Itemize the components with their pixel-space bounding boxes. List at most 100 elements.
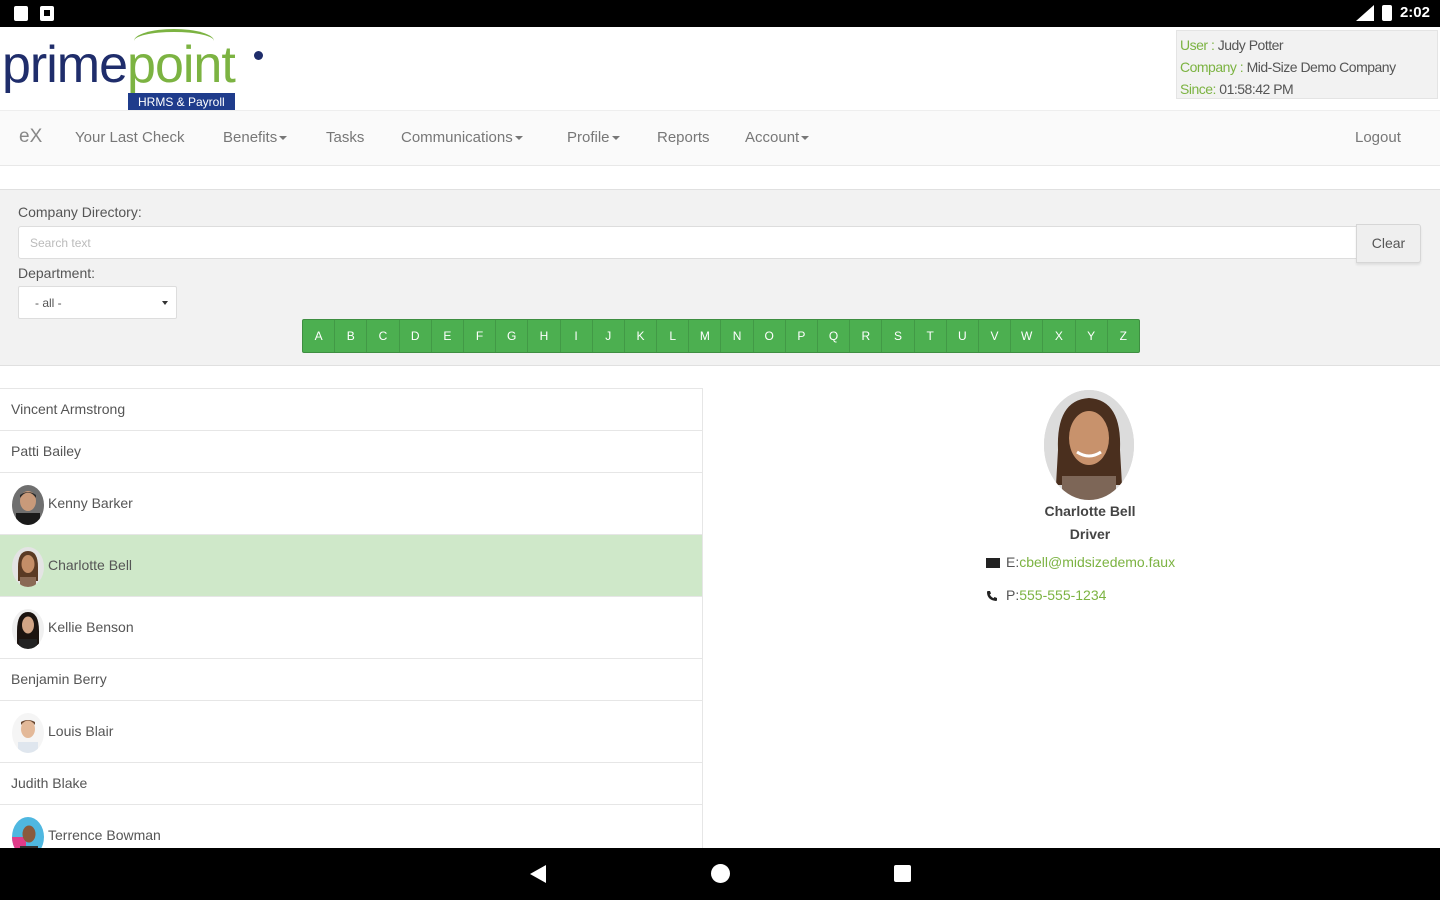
dropdown-arrow-icon — [162, 301, 168, 305]
sd-card-icon — [14, 6, 28, 21]
employee-name: Patti Bailey — [11, 443, 82, 459]
clear-button[interactable]: Clear — [1356, 224, 1421, 263]
company-directory-label: Company Directory: — [18, 204, 142, 220]
search-input[interactable] — [18, 226, 1358, 259]
nav-item-account[interactable]: Account — [745, 129, 810, 146]
employee-detail-card: Charlotte Bell Driver E:cbell@midsizedem… — [960, 388, 1220, 618]
since-key: Since: — [1180, 81, 1216, 97]
email-link[interactable]: cbell@midsizedemo.faux — [1019, 554, 1175, 570]
nav-item-benefits[interactable]: Benefits — [223, 129, 288, 146]
nav-item-reports[interactable]: Reports — [657, 129, 710, 146]
letter-button-x[interactable]: X — [1043, 320, 1076, 352]
avatar — [12, 817, 44, 848]
signal-icon — [1355, 4, 1374, 21]
letter-button-t[interactable]: T — [915, 320, 947, 352]
detail-name: Charlotte Bell — [1044, 503, 1136, 519]
system-nav-bar — [0, 848, 1440, 900]
employee-name: Kellie Benson — [48, 619, 134, 635]
letter-button-z[interactable]: Z — [1108, 320, 1139, 352]
detail-email-line: E:cbell@midsizedemo.faux — [986, 554, 1175, 570]
letter-button-f[interactable]: F — [464, 320, 497, 352]
caret-down-icon — [611, 136, 620, 141]
battery-icon — [1381, 4, 1392, 21]
letter-button-i[interactable]: I — [561, 320, 593, 352]
letter-button-m[interactable]: M — [689, 320, 722, 352]
department-select[interactable]: - all - — [18, 286, 177, 319]
logo-tagline: HRMS & Payroll — [128, 93, 235, 111]
envelope-icon — [986, 558, 1000, 569]
letter-button-d[interactable]: D — [400, 320, 432, 352]
avatar — [12, 547, 44, 587]
list-item[interactable]: Benjamin Berry — [0, 659, 702, 701]
detail-phone-line: P:555-555-1234 — [986, 587, 1106, 603]
notification-icon — [40, 6, 54, 21]
user-value: Judy Potter — [1214, 37, 1284, 53]
nav-item-your-last-check[interactable]: Your Last Check — [75, 129, 185, 146]
detail-job-title: Driver — [1069, 526, 1111, 542]
list-item[interactable]: Kellie Benson — [0, 597, 702, 659]
letter-button-l[interactable]: L — [657, 320, 690, 352]
employee-name: Louis Blair — [48, 723, 114, 739]
list-item[interactable]: Vincent Armstrong — [0, 389, 702, 431]
primepoint-logo[interactable]: primepoint HRMS & Payroll — [2, 29, 272, 115]
list-item[interactable]: Judith Blake — [0, 763, 702, 805]
phone-icon — [987, 591, 997, 602]
employee-name: Benjamin Berry — [11, 671, 107, 687]
company-value: Mid-Size Demo Company — [1243, 59, 1397, 75]
nav-item-profile[interactable]: Profile — [567, 129, 620, 146]
nav-item-communications[interactable]: Communications — [401, 129, 523, 146]
clock: 2:02 — [1399, 4, 1430, 21]
phone-link[interactable]: 555-555-1234 — [1019, 587, 1106, 603]
employee-name: Kenny Barker — [48, 495, 133, 511]
caret-down-icon — [514, 136, 523, 141]
department-label: Department: — [18, 265, 96, 281]
avatar — [12, 713, 44, 753]
letter-button-b[interactable]: B — [335, 320, 368, 352]
header: primepoint HRMS & Payroll User : Judy Po… — [0, 27, 1440, 111]
logout-link[interactable]: Logout — [1355, 129, 1401, 146]
letter-button-v[interactable]: V — [979, 320, 1012, 352]
letter-button-h[interactable]: H — [528, 320, 561, 352]
department-selected-value: - all - — [35, 296, 62, 310]
status-bar: 2:02 — [0, 0, 1440, 27]
recent-apps-icon[interactable] — [894, 865, 911, 882]
profile-photo — [1044, 390, 1134, 500]
letter-button-e[interactable]: E — [432, 320, 464, 352]
phone-prefix: P: — [1006, 587, 1020, 603]
letter-button-p[interactable]: P — [786, 320, 818, 352]
alphabet-filter: ABCDEFGHIJKLMNOPQRSTUVWXYZ — [302, 319, 1140, 353]
letter-button-q[interactable]: Q — [818, 320, 851, 352]
letter-button-o[interactable]: O — [754, 320, 786, 352]
employee-name: Judith Blake — [11, 775, 88, 791]
letter-button-k[interactable]: K — [625, 320, 658, 352]
list-item[interactable]: Patti Bailey — [0, 431, 702, 473]
letter-button-w[interactable]: W — [1011, 320, 1044, 352]
employee-name: Charlotte Bell — [48, 557, 133, 573]
home-icon[interactable] — [711, 864, 730, 883]
nav-brand[interactable]: eX — [19, 126, 42, 148]
registered-mark-icon — [254, 51, 263, 60]
logo-wordmark: primepoint — [2, 36, 236, 94]
employee-list: Vincent Armstrong Patti Bailey Kenny Bar… — [0, 388, 703, 848]
letter-button-y[interactable]: Y — [1076, 320, 1108, 352]
list-item-selected[interactable]: Charlotte Bell — [0, 535, 702, 597]
list-item[interactable]: Terrence Bowman — [0, 805, 702, 848]
letter-button-r[interactable]: R — [850, 320, 883, 352]
employee-name: Terrence Bowman — [48, 827, 161, 843]
letter-button-s[interactable]: S — [882, 320, 915, 352]
avatar — [12, 609, 44, 649]
letter-button-g[interactable]: G — [496, 320, 529, 352]
list-item[interactable]: Louis Blair — [0, 701, 702, 763]
employee-name: Vincent Armstrong — [11, 401, 126, 417]
nav-item-tasks[interactable]: Tasks — [326, 129, 364, 146]
letter-button-a[interactable]: A — [303, 320, 336, 352]
main-nav: eX Your Last Check Benefits Tasks Commun… — [0, 110, 1440, 166]
list-item[interactable]: Kenny Barker — [0, 473, 702, 535]
company-key: Company : — [1180, 59, 1244, 75]
back-icon[interactable] — [530, 865, 546, 883]
letter-button-u[interactable]: U — [947, 320, 979, 352]
user-key: User : — [1180, 37, 1215, 53]
letter-button-j[interactable]: J — [593, 320, 625, 352]
letter-button-n[interactable]: N — [721, 320, 754, 352]
letter-button-c[interactable]: C — [367, 320, 400, 352]
